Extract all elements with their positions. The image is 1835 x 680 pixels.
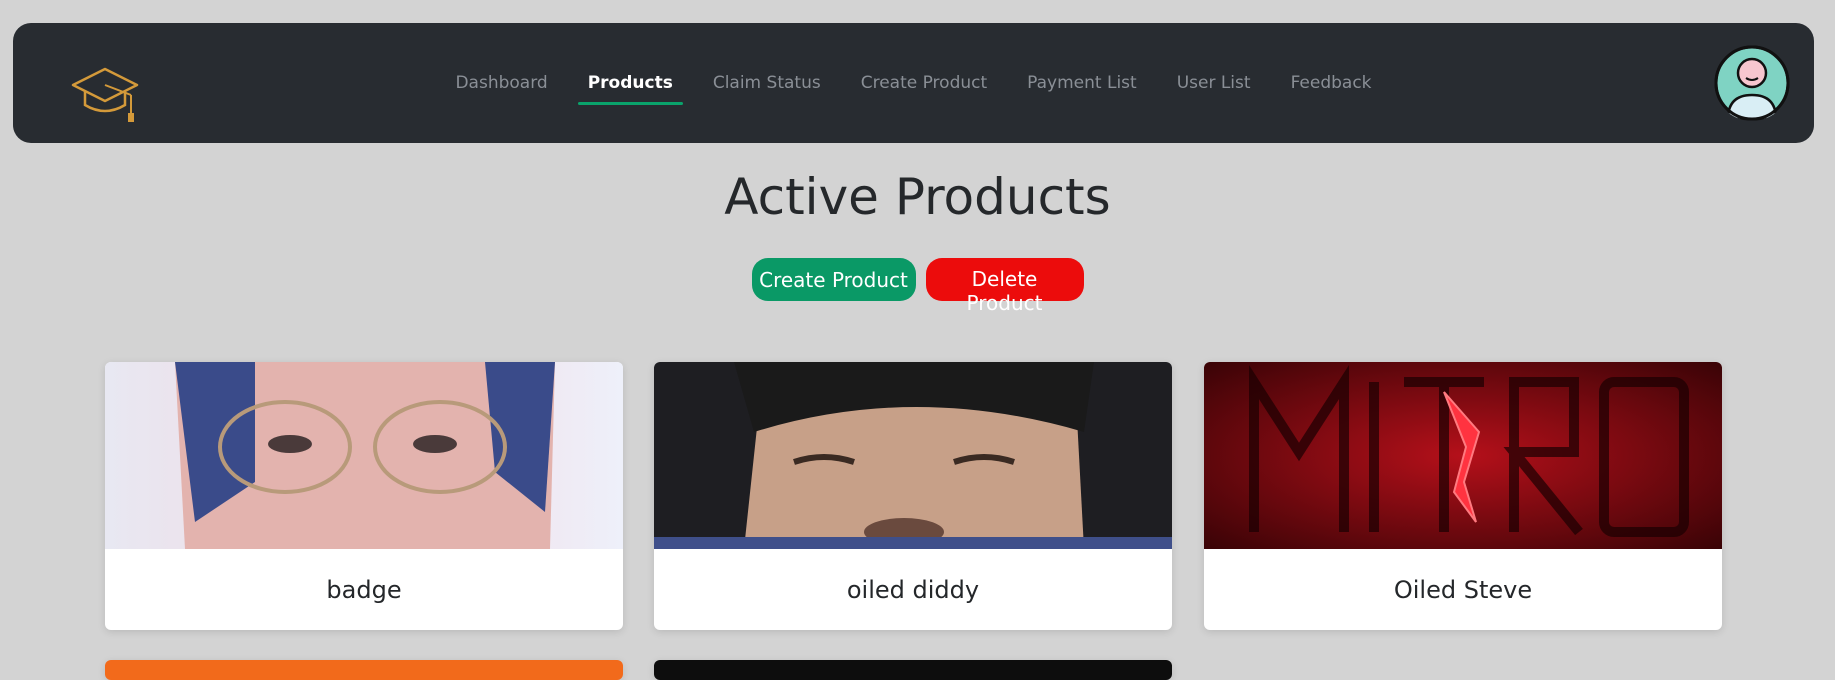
product-card-oiled-steve[interactable]: Oiled Steve [1204, 362, 1722, 630]
product-card-badge[interactable]: badge [105, 362, 623, 630]
delete-product-button[interactable]: Delete Product [925, 258, 1084, 315]
product-name: oiled diddy [846, 575, 980, 604]
nav-link-user-list[interactable]: User List [1167, 67, 1261, 107]
product-image [105, 362, 623, 549]
nav-link-dashboard[interactable]: Dashboard [445, 67, 557, 107]
top-navbar: Dashboard Products Claim Status Create P… [13, 23, 1814, 143]
nav-link-products[interactable]: Products [577, 67, 683, 107]
nav-link-claim-status[interactable]: Claim Status [703, 67, 831, 107]
nav-links: Dashboard Products Claim Status Create P… [13, 23, 1814, 143]
product-image [654, 362, 1172, 549]
nav-link-feedback[interactable]: Feedback [1281, 67, 1382, 107]
product-image [1204, 362, 1722, 549]
product-name: badge [326, 575, 402, 604]
product-card-partial[interactable] [654, 660, 1172, 680]
product-card-oiled-diddy[interactable]: oiled diddy [654, 362, 1172, 630]
product-actions: Create Product Delete Product [0, 258, 1835, 315]
create-product-button[interactable]: Create Product [751, 258, 916, 301]
page-title: Active Products [724, 168, 1111, 226]
user-avatar-icon[interactable] [1714, 45, 1790, 121]
product-name: Oiled Steve [1393, 575, 1533, 604]
nav-link-payment-list[interactable]: Payment List [1017, 67, 1147, 107]
nav-link-create-product[interactable]: Create Product [851, 67, 997, 107]
product-card-partial[interactable] [105, 660, 623, 680]
